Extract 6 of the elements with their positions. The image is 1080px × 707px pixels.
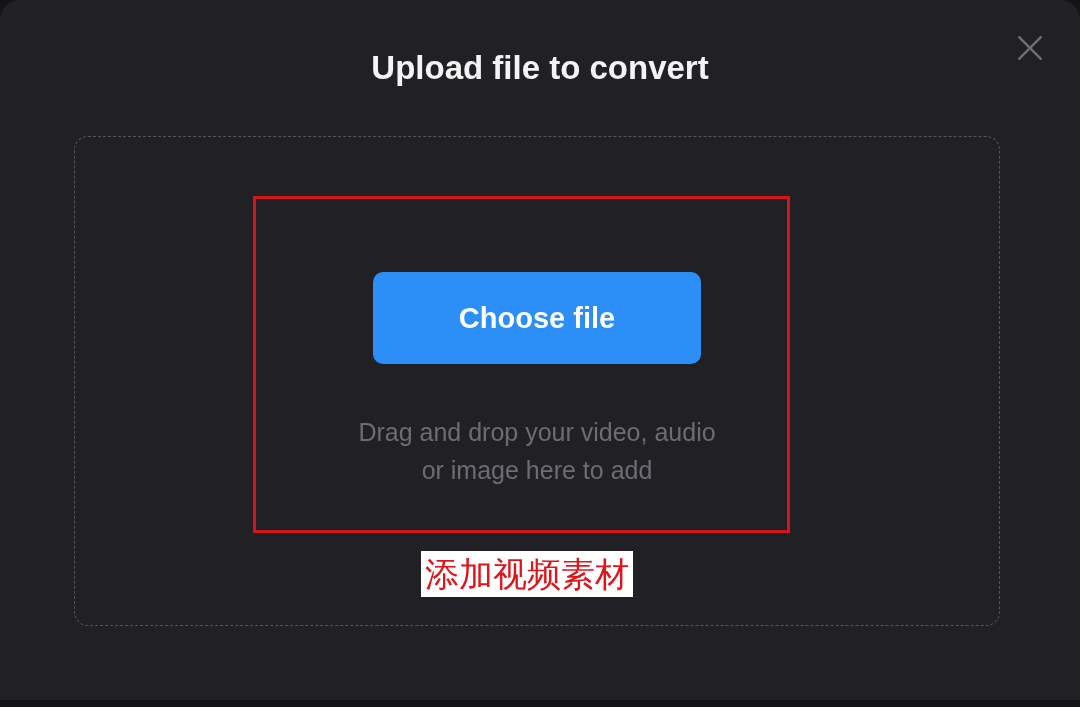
choose-file-button[interactable]: Choose file xyxy=(373,272,701,364)
dialog-title: Upload file to convert xyxy=(371,49,709,87)
close-icon[interactable] xyxy=(1017,35,1043,61)
annotation-label: 添加视频素材 xyxy=(421,551,633,597)
drop-zone[interactable]: Choose file Drag and drop your video, audio or image here to add 添加视频素材 xyxy=(74,136,1000,626)
drop-hint: Drag and drop your video, audio or image here to add xyxy=(357,417,717,486)
